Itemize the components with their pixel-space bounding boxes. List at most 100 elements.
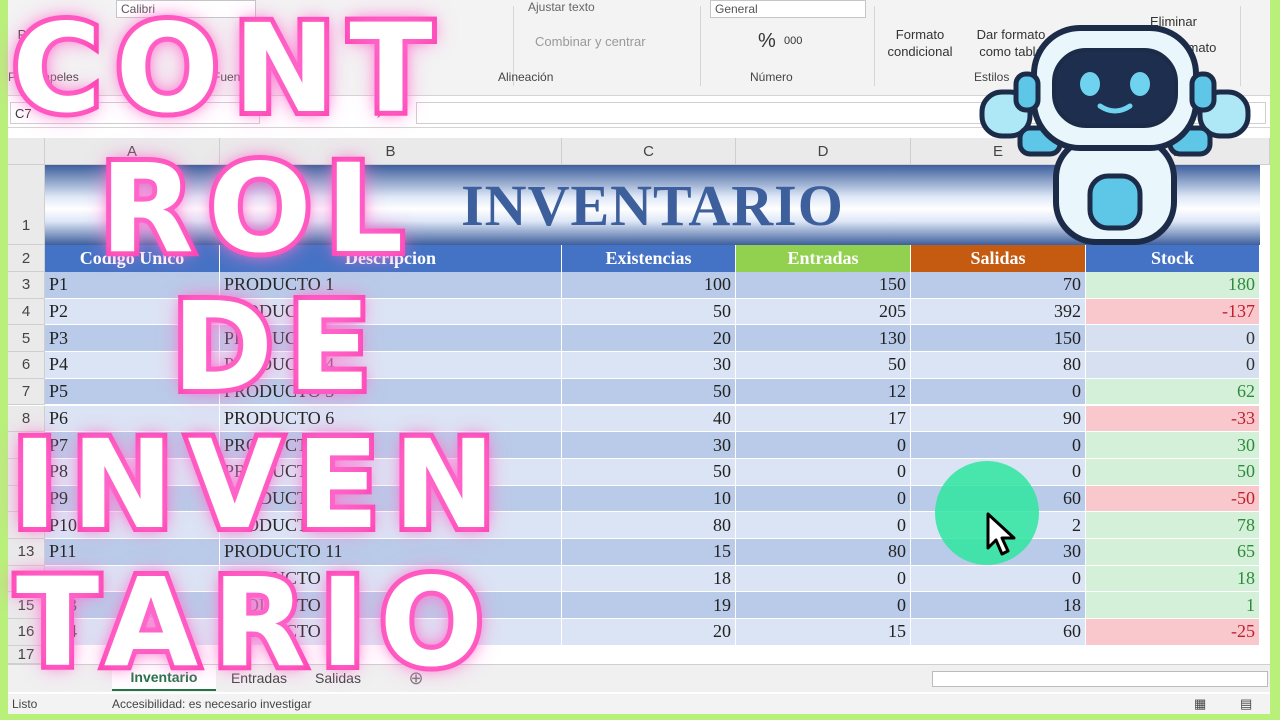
cell-description[interactable]: PRODUCTO 4: [220, 352, 562, 379]
cell-entradas[interactable]: 80: [736, 539, 911, 566]
conditional-format-button[interactable]: Formato condicional: [878, 26, 962, 60]
cell-code[interactable]: P1: [45, 272, 220, 299]
cell-entradas[interactable]: 130: [736, 325, 911, 353]
cell-entradas[interactable]: 0: [736, 592, 911, 620]
tab-entradas[interactable]: Entradas: [218, 665, 300, 691]
cell-entradas[interactable]: 0: [736, 512, 911, 539]
horizontal-scrollbar[interactable]: [932, 671, 1268, 687]
cell-description[interactable]: PRODUCTO 8: [220, 458, 562, 486]
row-header-1[interactable]: 1: [8, 165, 45, 245]
cell-existencias[interactable]: 80: [562, 512, 736, 539]
cell-salidas[interactable]: 18: [911, 592, 1086, 620]
cell-existencias[interactable]: 50: [562, 378, 736, 406]
row-header[interactable]: 3: [8, 272, 45, 299]
cell-existencias[interactable]: 50: [562, 298, 736, 326]
cell-entradas[interactable]: 0: [736, 565, 911, 593]
cell-description[interactable]: PRODUCTO 14: [220, 619, 562, 646]
cell-salidas[interactable]: 392: [911, 298, 1086, 326]
row-header[interactable]: 15: [8, 592, 45, 620]
insert-function-button[interactable]: fx: [378, 104, 390, 119]
column-header-a[interactable]: A: [45, 138, 220, 165]
row-header[interactable]: 5: [8, 325, 45, 353]
cell-description[interactable]: PRODUCTO 5: [220, 378, 562, 406]
cell-stock[interactable]: 0: [1086, 352, 1260, 379]
row-header[interactable]: 6: [8, 352, 45, 379]
cell-code[interactable]: P14: [45, 619, 220, 646]
cell-description[interactable]: PRODUCTO 11: [220, 539, 562, 566]
cell-salidas[interactable]: 150: [911, 325, 1086, 353]
header-entradas[interactable]: Entradas: [736, 245, 911, 272]
cell-stock[interactable]: 30: [1086, 432, 1260, 459]
row-header[interactable]: 13: [8, 539, 45, 566]
cell-entradas[interactable]: 0: [736, 485, 911, 513]
cell-stock[interactable]: 18: [1086, 565, 1260, 593]
cell-stock[interactable]: -25: [1086, 619, 1260, 646]
cell-existencias[interactable]: 30: [562, 352, 736, 379]
cell-stock[interactable]: 50: [1086, 458, 1260, 486]
cell-existencias[interactable]: 50: [562, 458, 736, 486]
cell-entradas[interactable]: 50: [736, 352, 911, 379]
cell-salidas[interactable]: 0: [911, 432, 1086, 459]
cell-description[interactable]: PRODUCTO 3: [220, 325, 562, 353]
cell-existencias[interactable]: 40: [562, 405, 736, 433]
accessibility-status[interactable]: Accesibilidad: es necesario investigar: [112, 697, 311, 711]
row-header-17[interactable]: 17: [8, 646, 45, 664]
name-box[interactable]: C7: [10, 102, 260, 124]
cell-stock[interactable]: 78: [1086, 512, 1260, 539]
number-format-select[interactable]: General: [710, 0, 866, 18]
cell-description[interactable]: PRODUCTO 9: [220, 485, 562, 513]
cell-code[interactable]: P7: [45, 432, 220, 459]
cell-stock[interactable]: 62: [1086, 378, 1260, 406]
cell-entradas[interactable]: 15: [736, 619, 911, 646]
cell-code[interactable]: P8: [45, 458, 220, 486]
header-description[interactable]: Descripcion: [220, 245, 562, 272]
cell-existencias[interactable]: 10: [562, 485, 736, 513]
cell-code[interactable]: P11: [45, 539, 220, 566]
cell-code[interactable]: P4: [45, 352, 220, 379]
cell-description[interactable]: PRODUCTO 10: [220, 512, 562, 539]
cell-existencias[interactable]: 18: [562, 565, 736, 593]
cell-stock[interactable]: 0: [1086, 325, 1260, 353]
thousands-button[interactable]: 000: [784, 35, 802, 47]
normal-view-icon[interactable]: ▦: [1194, 696, 1206, 712]
cell-entradas[interactable]: 0: [736, 458, 911, 486]
cell-description[interactable]: PRODUCTO 13: [220, 592, 562, 620]
cell-entradas[interactable]: 0: [736, 432, 911, 459]
header-code[interactable]: Codigo Unico: [45, 245, 220, 272]
cell-stock[interactable]: -50: [1086, 485, 1260, 513]
paste-button[interactable]: Pegar: [12, 26, 58, 43]
cell-entradas[interactable]: 12: [736, 378, 911, 406]
cell-code[interactable]: P3: [45, 325, 220, 353]
column-header-c[interactable]: C: [562, 138, 736, 165]
cell-salidas[interactable]: 80: [911, 352, 1086, 379]
cell-salidas[interactable]: 70: [911, 272, 1086, 299]
row-header[interactable]: 8: [8, 405, 45, 433]
cell-salidas[interactable]: 90: [911, 405, 1086, 433]
cell-existencias[interactable]: 30: [562, 432, 736, 459]
row-header[interactable]: 10: [8, 458, 45, 486]
cell-entradas[interactable]: 150: [736, 272, 911, 299]
cell-existencias[interactable]: 19: [562, 592, 736, 620]
tab-inventario[interactable]: Inventario: [112, 665, 216, 691]
percent-button[interactable]: %: [758, 30, 776, 53]
select-all-corner[interactable]: [8, 138, 45, 165]
page-layout-icon[interactable]: ▤: [1240, 696, 1252, 712]
cell-entradas[interactable]: 205: [736, 298, 911, 326]
cell-description[interactable]: PRODUCTO 7: [220, 432, 562, 459]
row-header[interactable]: 9: [8, 432, 45, 459]
cell-description[interactable]: PRODUCTO 12: [220, 565, 562, 593]
cell-stock[interactable]: 65: [1086, 539, 1260, 566]
cell-salidas[interactable]: 60: [911, 619, 1086, 646]
row-header-2[interactable]: 2: [8, 245, 45, 272]
header-existencias[interactable]: Existencias: [562, 245, 736, 272]
column-header-d[interactable]: D: [736, 138, 911, 165]
row-header[interactable]: 7: [8, 378, 45, 406]
cell-description[interactable]: PRODUCTO 6: [220, 405, 562, 433]
cell-existencias[interactable]: 100: [562, 272, 736, 299]
merge-center-button[interactable]: Combinar y centrar: [535, 34, 646, 49]
cell-salidas[interactable]: 0: [911, 565, 1086, 593]
cell-code[interactable]: P2: [45, 298, 220, 326]
cell-code[interactable]: P13: [45, 592, 220, 620]
cell-stock[interactable]: 1: [1086, 592, 1260, 620]
row-header[interactable]: 16: [8, 619, 45, 646]
